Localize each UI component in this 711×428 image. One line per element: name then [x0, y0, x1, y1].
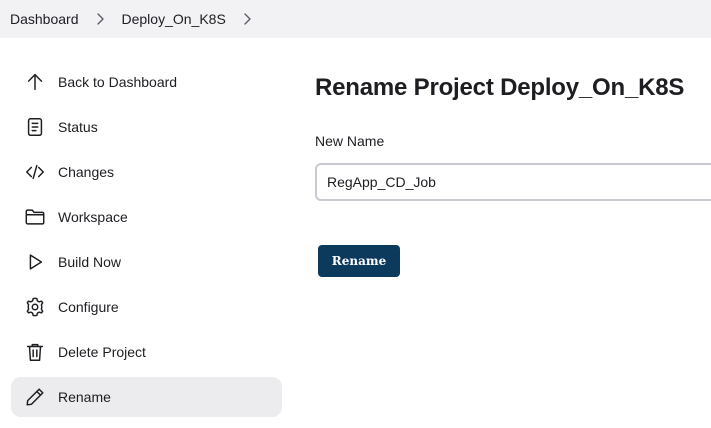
- sidebar-item-label: Configure: [58, 299, 119, 315]
- new-name-label: New Name: [315, 133, 385, 149]
- rename-button[interactable]: Rename: [318, 245, 400, 277]
- code-icon: [23, 160, 47, 184]
- sidebar-item-workspace[interactable]: Workspace: [11, 197, 282, 237]
- play-icon: [23, 250, 47, 274]
- main-content: Rename Project Deploy_On_K8S New Name Re…: [315, 70, 711, 277]
- chevron-right-icon[interactable]: [95, 13, 107, 25]
- sidebar-item-label: Delete Project: [58, 344, 146, 360]
- sidebar-item-label: Rename: [58, 389, 111, 405]
- document-icon: [23, 115, 47, 139]
- sidebar-item-label: Changes: [58, 164, 115, 180]
- sidebar-item-label: Back to Dashboard: [58, 74, 178, 90]
- sidebar-item-changes[interactable]: Changes: [11, 152, 282, 192]
- sidebar-item-status[interactable]: Status: [11, 107, 282, 147]
- sidebar-item-back-to-dashboard[interactable]: Back to Dashboard: [11, 62, 282, 102]
- sidebar-item-delete-project[interactable]: Delete Project: [11, 332, 282, 372]
- sidebar-item-label: Workspace: [58, 209, 128, 225]
- new-name-input[interactable]: [315, 163, 711, 201]
- chevron-right-icon[interactable]: [242, 13, 254, 25]
- sidebar: Back to Dashboard Status Changes Workspa…: [11, 62, 282, 422]
- folder-icon: [23, 205, 47, 229]
- sidebar-item-build-now[interactable]: Build Now: [11, 242, 282, 282]
- pencil-icon: [23, 385, 47, 409]
- breadcrumb-deploy-on-k8s[interactable]: Deploy_On_K8S: [122, 11, 226, 27]
- breadcrumb: Dashboard Deploy_On_K8S: [0, 0, 711, 38]
- sidebar-item-configure[interactable]: Configure: [11, 287, 282, 327]
- arrow-up-icon: [23, 70, 47, 94]
- trash-icon: [23, 340, 47, 364]
- sidebar-item-label: Build Now: [58, 254, 122, 270]
- sidebar-item-rename[interactable]: Rename: [11, 377, 282, 417]
- page-title: Rename Project Deploy_On_K8S: [315, 74, 685, 101]
- gear-icon: [23, 295, 47, 319]
- sidebar-item-label: Status: [58, 119, 98, 135]
- breadcrumb-dashboard[interactable]: Dashboard: [10, 11, 79, 27]
